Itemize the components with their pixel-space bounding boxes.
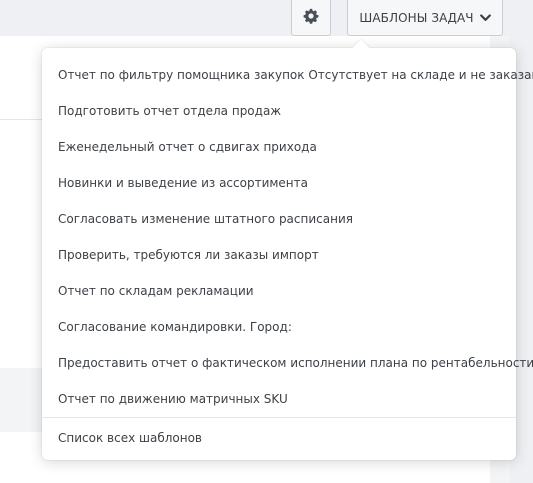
content-divider bbox=[0, 119, 44, 120]
template-item[interactable]: Отчет по фильтру помощника закупок Отсут… bbox=[42, 57, 533, 93]
settings-button[interactable] bbox=[291, 0, 331, 36]
task-templates-button[interactable]: ШАБЛОНЫ ЗАДАЧ bbox=[347, 0, 503, 36]
gear-icon bbox=[303, 8, 319, 28]
template-item[interactable]: Предоставить отчет о фактическом исполне… bbox=[42, 345, 533, 381]
task-templates-dropdown: Отчет по фильтру помощника закупок Отсут… bbox=[42, 39, 533, 460]
template-item[interactable]: Согласовать изменение штатного расписани… bbox=[42, 201, 516, 237]
template-item[interactable]: Еженедельный отчет о сдвигах прихода bbox=[42, 129, 516, 165]
template-item[interactable]: Отчет по движению матричных SKU bbox=[42, 381, 516, 417]
template-item[interactable]: Подготовить отчет отдела продаж bbox=[42, 93, 516, 129]
template-item[interactable]: Проверить, требуются ли заказы импорт bbox=[42, 237, 516, 273]
task-templates-menu: Отчет по фильтру помощника закупок Отсут… bbox=[42, 48, 533, 458]
chevron-down-icon bbox=[479, 11, 491, 25]
template-item[interactable]: Отчет по складам рекламации bbox=[42, 273, 516, 309]
all-templates-link[interactable]: Список всех шаблонов bbox=[42, 418, 516, 458]
template-item[interactable]: Согласование командировки. Город: bbox=[42, 309, 516, 345]
template-item[interactable]: Новинки и выведение из ассортимента bbox=[42, 165, 516, 201]
task-templates-label: ШАБЛОНЫ ЗАДАЧ bbox=[359, 10, 474, 25]
